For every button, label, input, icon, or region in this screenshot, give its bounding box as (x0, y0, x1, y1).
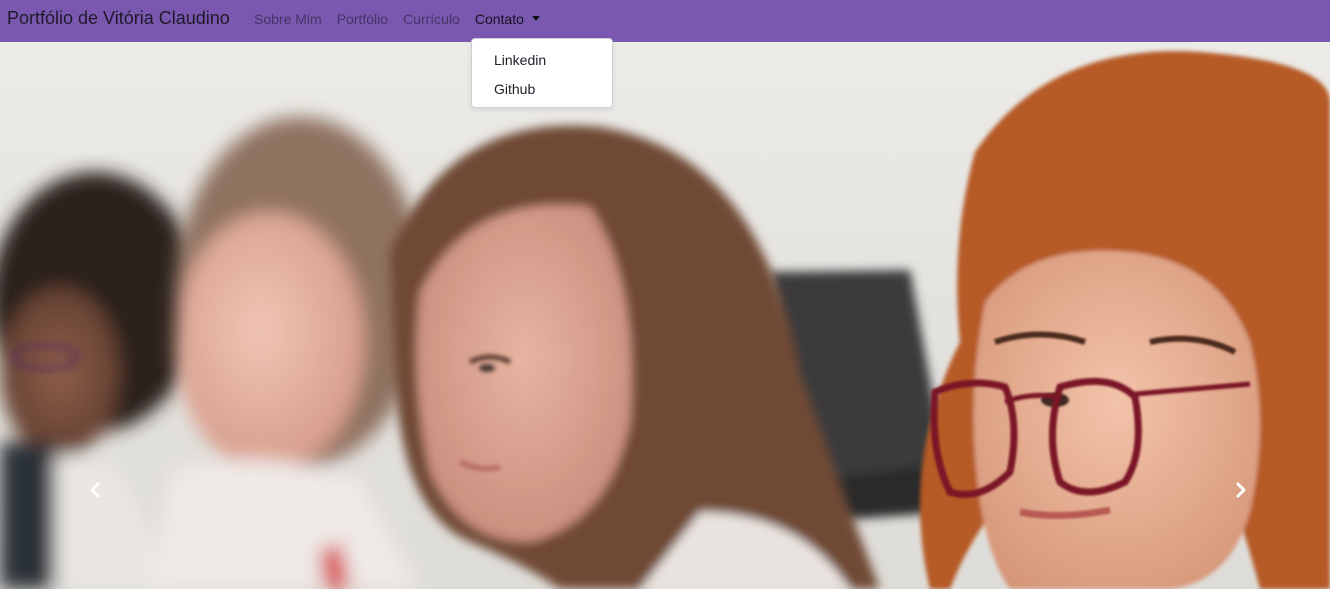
caret-down-icon (531, 15, 540, 21)
navbar: Portfólio de Vitória Claudino Sobre Mim … (0, 0, 1330, 42)
nav-links: Sobre Mim Portfólio Currículo Contato (254, 11, 555, 27)
contato-dropdown-menu: Linkedin Github (471, 38, 613, 108)
dropdown-item-linkedin[interactable]: Linkedin (494, 52, 546, 68)
carousel-next-button[interactable] (1229, 478, 1253, 502)
nav-link-curriculo[interactable]: Currículo (403, 11, 460, 27)
page: Portfólio de Vitória Claudino Sobre Mim … (0, 0, 1330, 589)
chevron-left-icon (90, 482, 100, 498)
carousel-prev-button[interactable] (83, 478, 107, 502)
carousel-slide-image (0, 42, 1330, 589)
nav-link-contato[interactable]: Contato (475, 11, 540, 27)
dropdown-item-github[interactable]: Github (494, 81, 535, 97)
nav-link-contato-label: Contato (474, 11, 524, 27)
navbar-brand[interactable]: Portfólio de Vitória Claudino (7, 8, 230, 29)
nav-link-sobre-mim[interactable]: Sobre Mim (254, 11, 322, 27)
nav-link-portfolio[interactable]: Portfólio (337, 11, 388, 27)
chevron-right-icon (1236, 482, 1246, 498)
carousel (0, 42, 1330, 589)
